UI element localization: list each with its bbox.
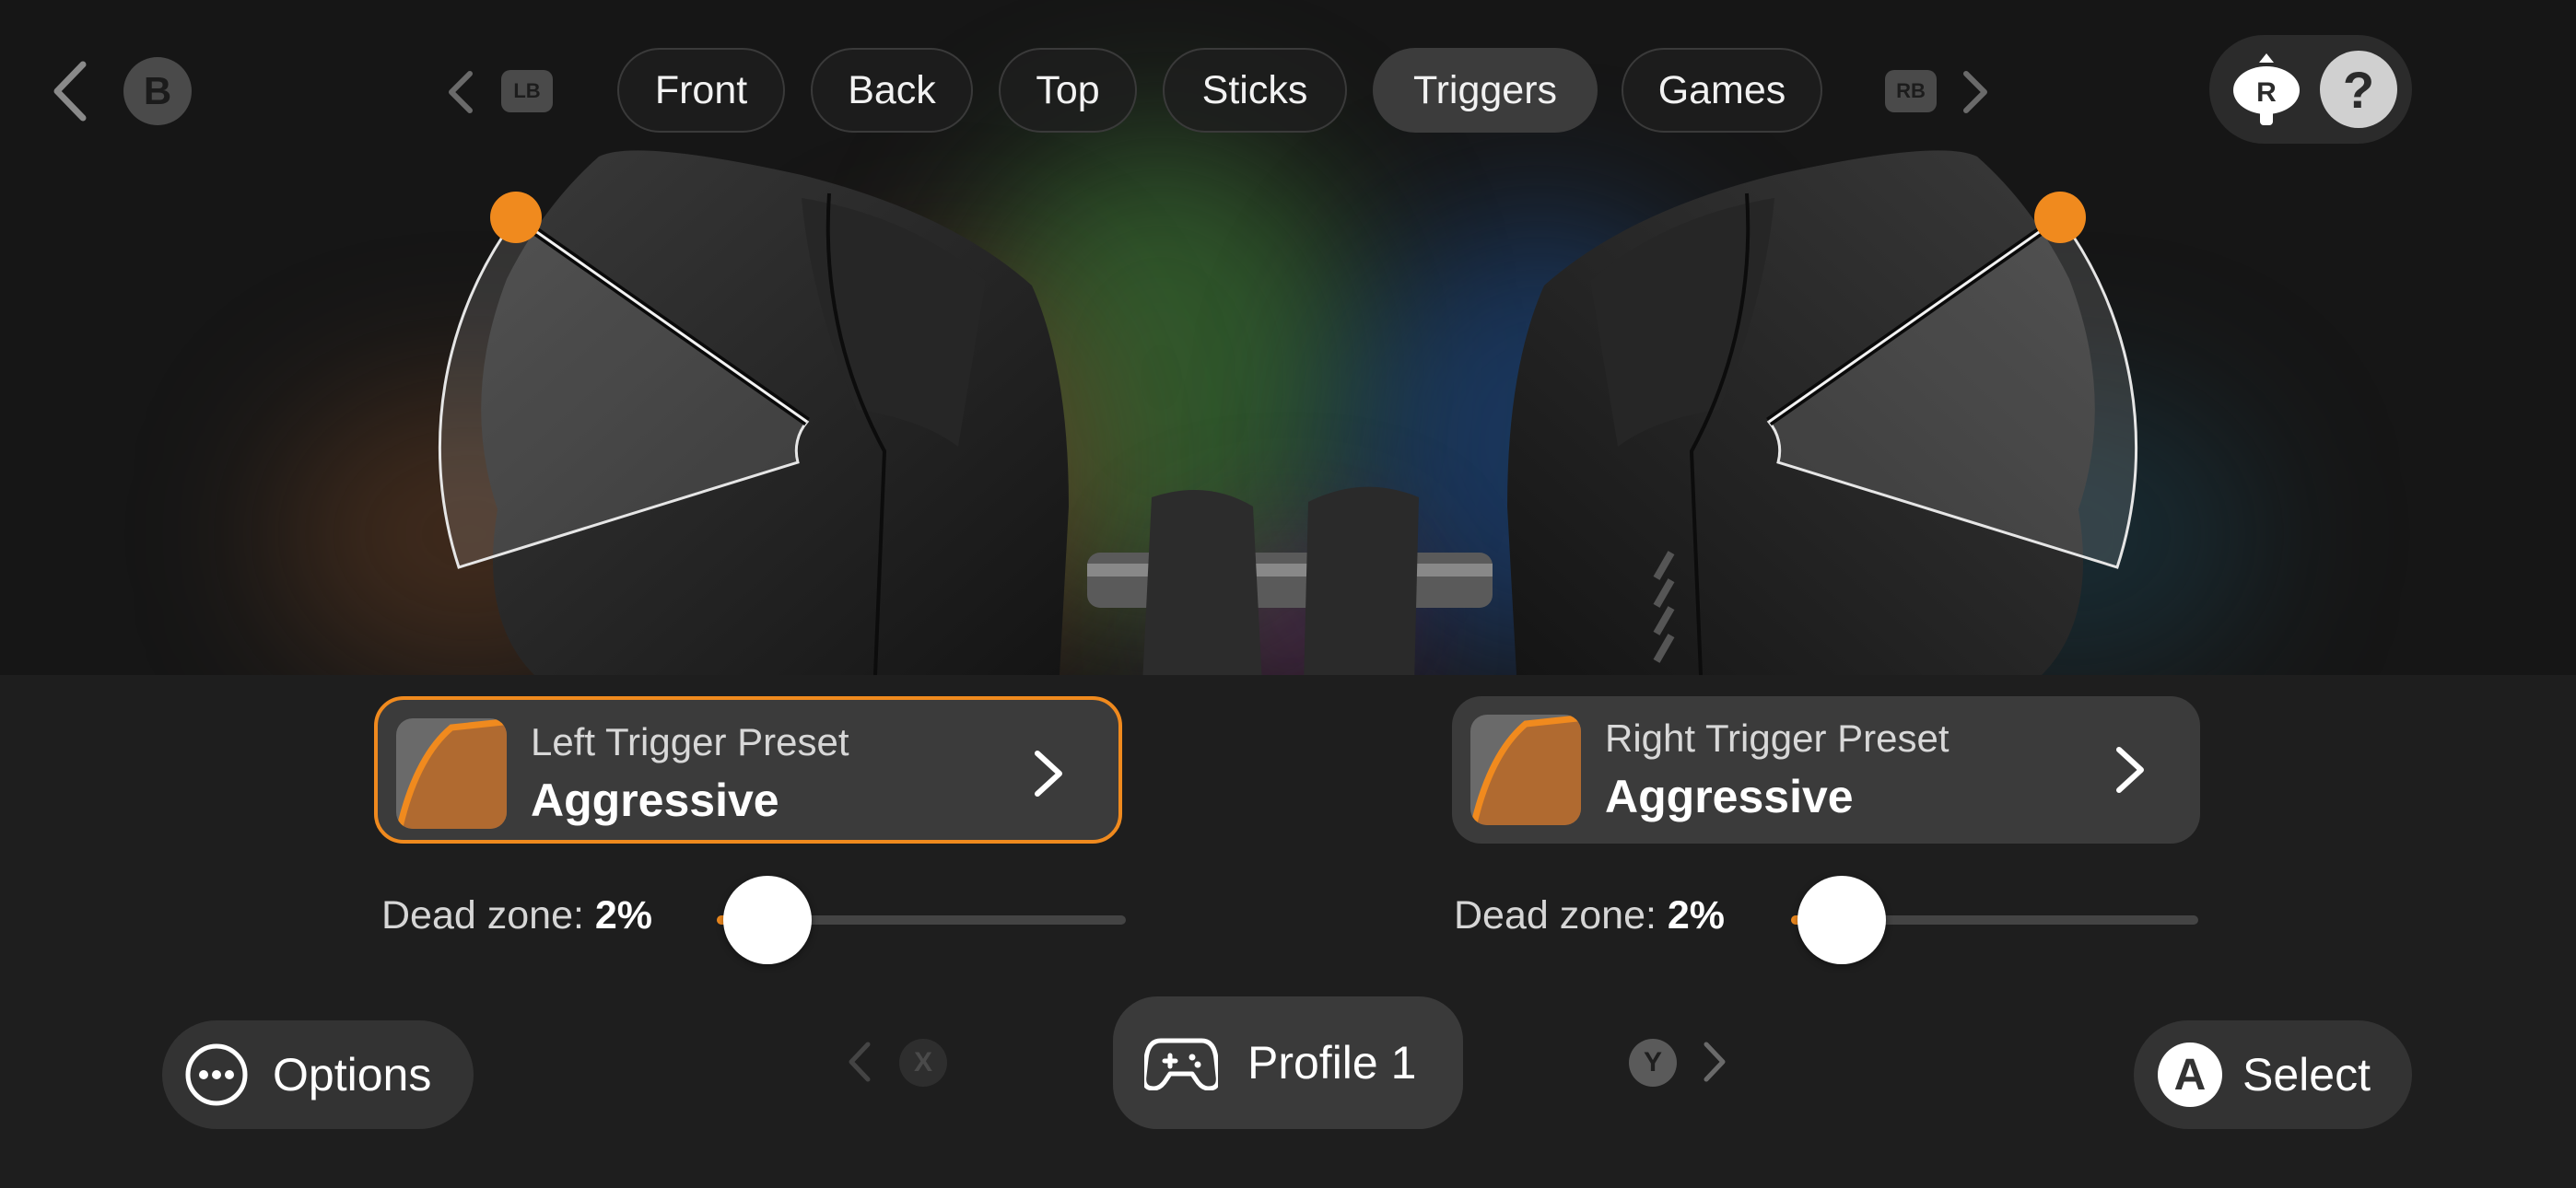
aggressive-curve-thumbnail [396, 718, 507, 829]
right-dead-zone-value: 2% [1667, 893, 1726, 938]
left-trigger-handle [490, 192, 542, 243]
app-root: B LB Front Back Top Sticks Triggers Game… [0, 0, 2576, 1188]
right-trigger-handle [2034, 192, 2086, 243]
tab-back[interactable]: Back [811, 48, 973, 133]
profile-label: Profile 1 [1247, 1037, 1417, 1089]
right-trigger-preset-label: Right Trigger Preset [1605, 716, 1950, 760]
tab-games[interactable]: Games [1622, 48, 1822, 133]
right-dead-zone-label: Dead zone: 2% [1454, 893, 1725, 938]
select-button[interactable]: A Select [2134, 1020, 2412, 1129]
a-button-badge: A [2158, 1042, 2222, 1107]
next-profile-chevron-icon[interactable] [1701, 1041, 1728, 1083]
chevron-right-icon [1035, 751, 1062, 797]
center-bridge [1087, 486, 1493, 675]
left-dead-zone-value: 2% [594, 893, 653, 938]
tab-triggers[interactable]: Triggers [1373, 48, 1598, 133]
help-icon[interactable]: ? [2320, 51, 2397, 128]
right-trigger-preset-value: Aggressive [1605, 771, 1854, 822]
chevron-right-icon [2116, 747, 2144, 793]
right-stick-icon[interactable]: R [2230, 52, 2303, 129]
tab-top[interactable]: Top [999, 48, 1137, 133]
left-dead-zone-knob[interactable] [722, 876, 812, 964]
previous-profile-chevron-icon[interactable] [846, 1041, 873, 1083]
profile-selector[interactable]: Profile 1 [1113, 996, 1463, 1129]
rb-badge[interactable]: RB [1885, 70, 1937, 112]
left-trigger-preset-card[interactable]: Left Trigger Preset Aggressive [374, 696, 1122, 844]
select-label: Select [2242, 1049, 2371, 1101]
right-trigger-preset-card[interactable]: Right Trigger Preset Aggressive [1452, 696, 2200, 844]
left-trigger-preset-value: Aggressive [531, 775, 779, 826]
aggressive-curve-thumbnail [1470, 715, 1581, 825]
curve-graph-icon [1470, 715, 1581, 825]
gamepad-icon [1144, 1038, 1218, 1090]
ellipsis-icon [185, 1043, 248, 1106]
left-trigger-preset-label: Left Trigger Preset [531, 720, 849, 763]
curve-graph-icon [396, 718, 507, 829]
options-button[interactable]: Options [162, 1020, 474, 1129]
section-tabs: Front Back Top Sticks Triggers Games [0, 48, 2576, 133]
tab-sticks[interactable]: Sticks [1163, 48, 1347, 133]
right-dead-zone-knob[interactable] [1797, 876, 1886, 964]
left-dead-zone-label: Dead zone: 2% [381, 893, 652, 938]
right-dead-zone-caption: Dead zone: [1454, 893, 1657, 938]
left-dead-zone-caption: Dead zone: [381, 893, 584, 938]
next-tab-chevron-icon[interactable] [1961, 70, 1990, 114]
y-button-badge[interactable]: Y [1629, 1039, 1677, 1087]
tab-front[interactable]: Front [617, 48, 785, 133]
x-button-badge[interactable]: X [899, 1039, 947, 1087]
r-badge-label: R [2256, 77, 2277, 108]
help-group: R ? [2209, 35, 2412, 144]
options-label: Options [273, 1049, 432, 1101]
